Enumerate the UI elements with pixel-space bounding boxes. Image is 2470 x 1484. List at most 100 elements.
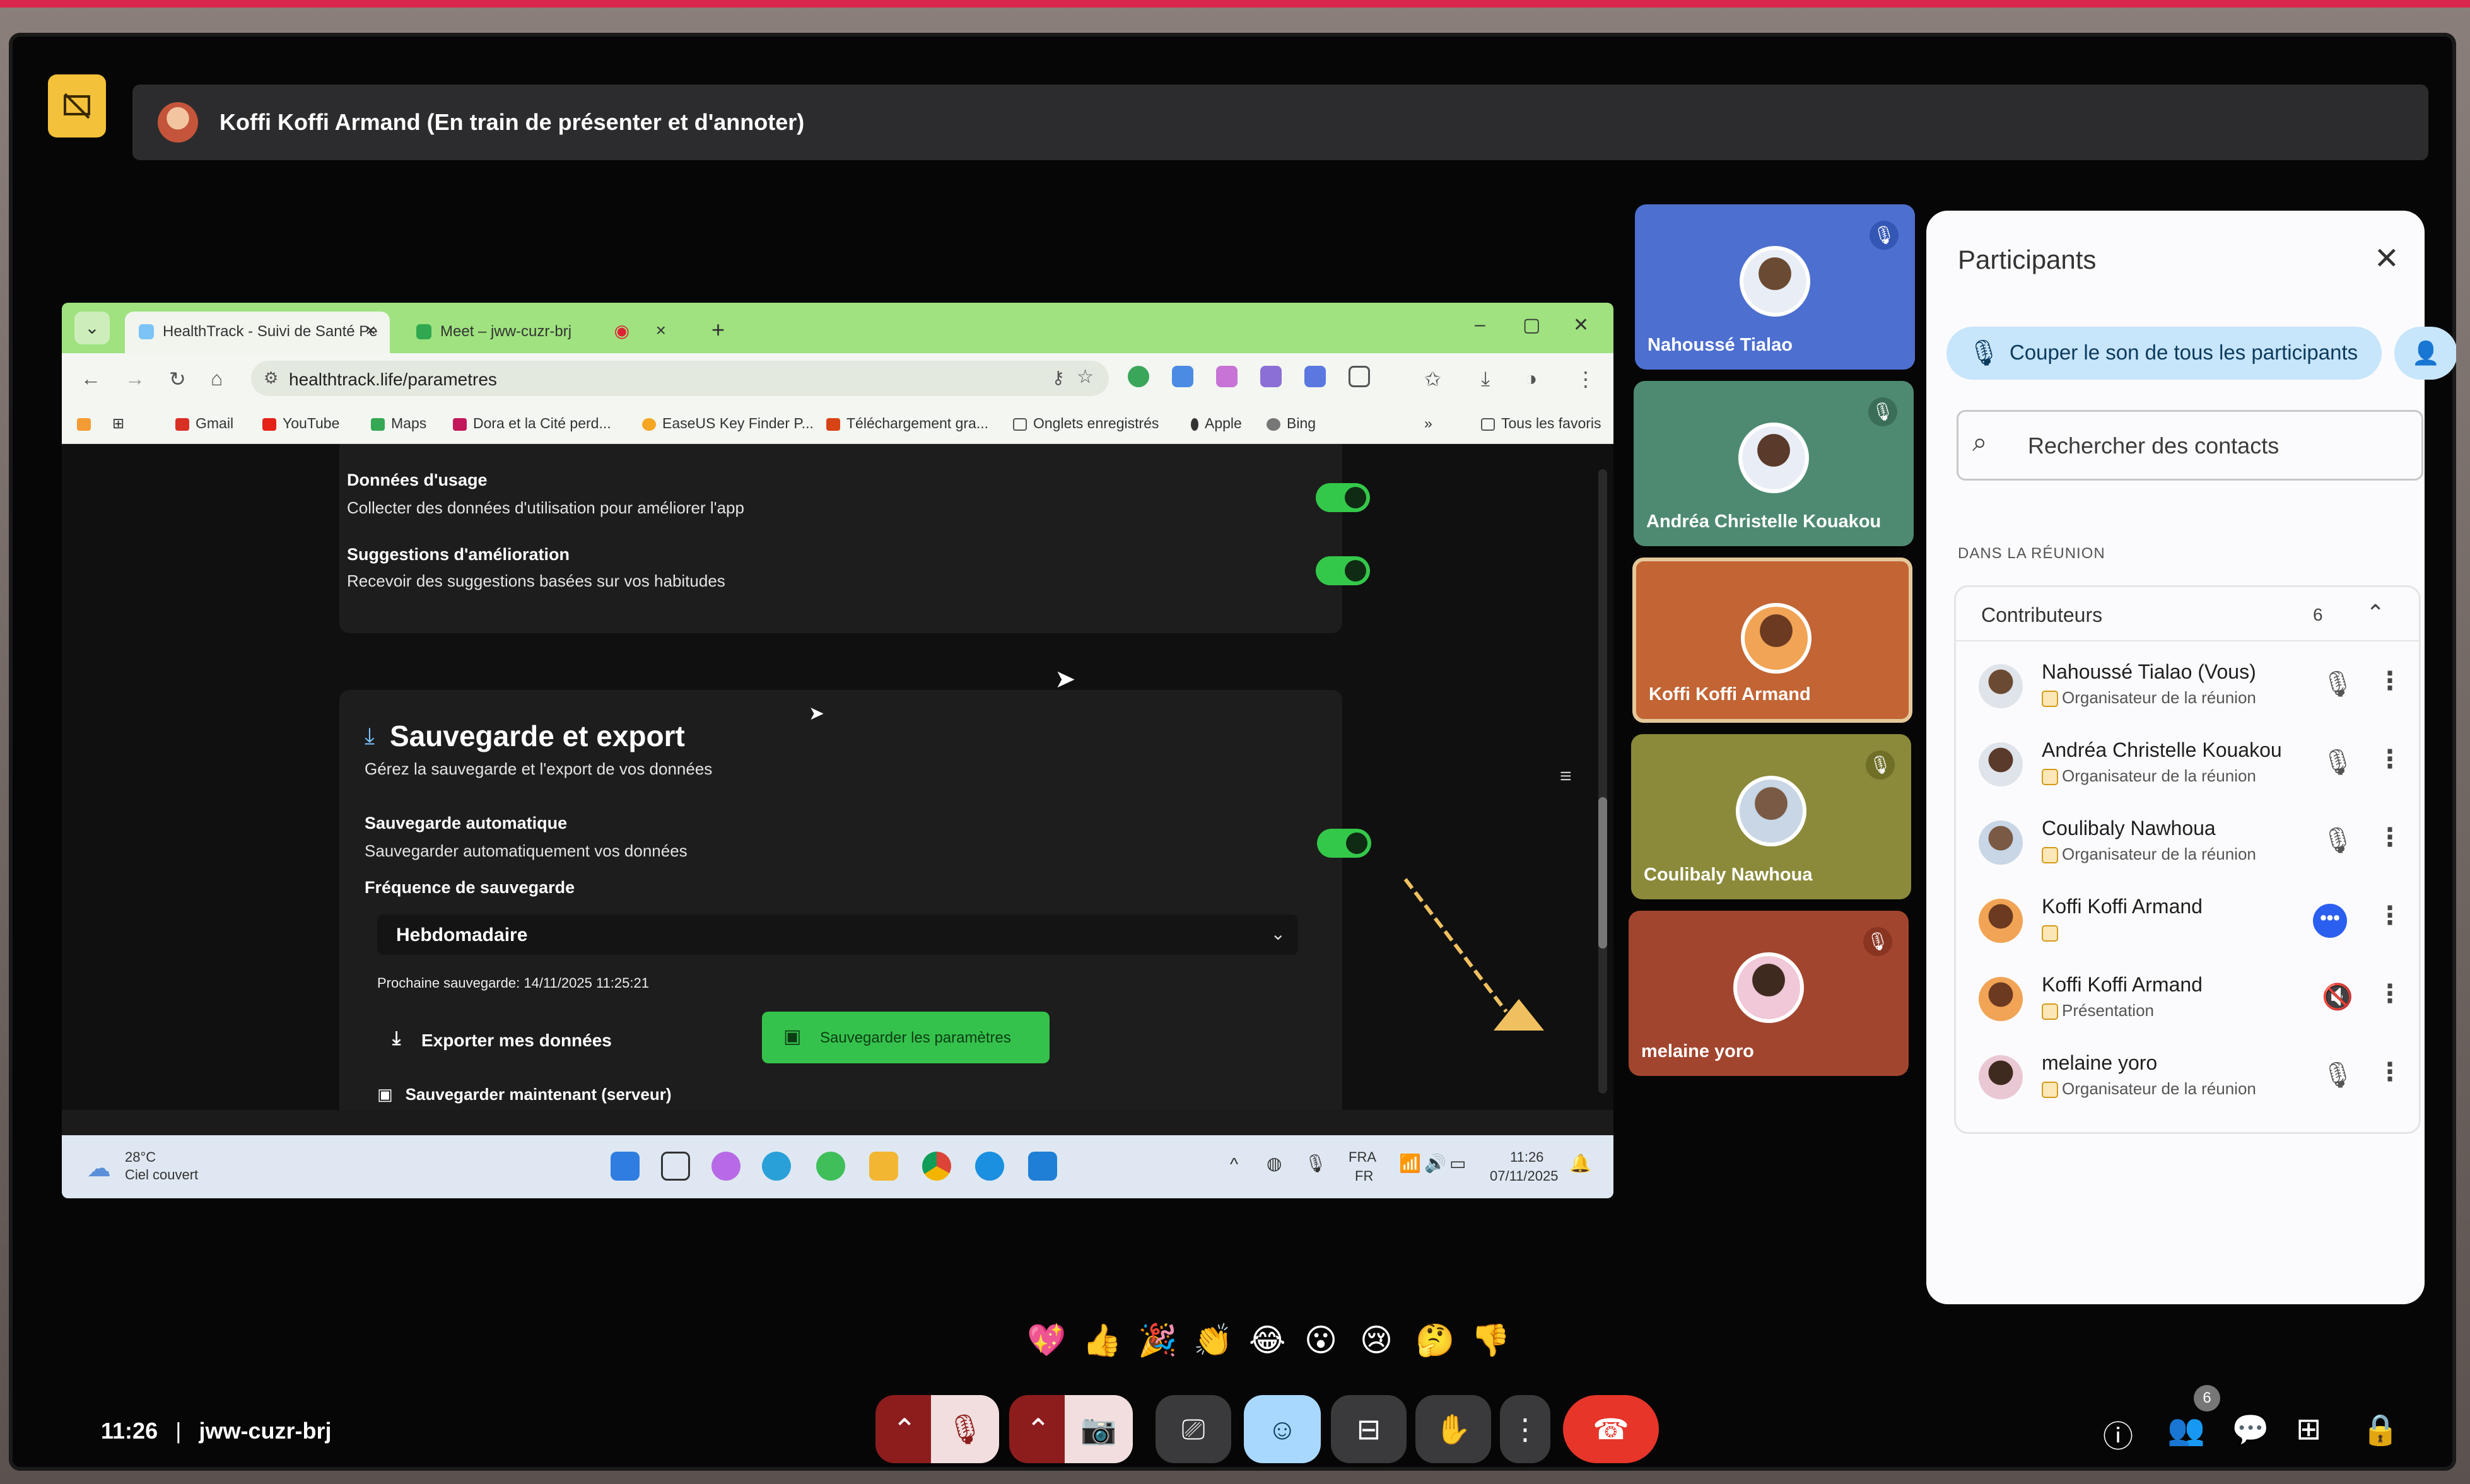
address-bar[interactable]: ⚙ healthtrack.life/parametres ⚷ ☆	[251, 361, 1109, 396]
reaction-thumbs-up[interactable]: 👍	[1082, 1322, 1121, 1359]
bookmark-easeus[interactable]: EaseUS Key Finder P...	[642, 415, 814, 432]
participant-row[interactable]: Andréa Christelle Kouakou Organisateur d…	[1956, 726, 2419, 804]
more-options-icon[interactable]: ⋮	[2377, 823, 2403, 852]
bookmark-saved-tabs[interactable]: Onglets enregistrés	[1013, 415, 1159, 432]
end-call-button[interactable]: ☎	[1563, 1395, 1659, 1463]
scrollbar-thumb[interactable]	[1598, 797, 1607, 949]
wifi-icon[interactable]: 📶	[1399, 1153, 1421, 1174]
bookmark-youtube[interactable]: YouTube	[262, 415, 339, 432]
volume-icon[interactable]: 🔊	[1424, 1153, 1446, 1174]
suggest-toggle[interactable]	[1316, 556, 1370, 585]
site-info-icon[interactable]: ⚙	[264, 368, 278, 388]
reaction-thinking[interactable]: 🤔	[1415, 1322, 1454, 1359]
auto-toggle[interactable]	[1317, 829, 1371, 858]
search-input[interactable]	[2028, 428, 2381, 464]
extension-icon[interactable]	[1128, 366, 1149, 387]
favorites-icon[interactable]: ✩	[1424, 367, 1441, 391]
window-close-icon[interactable]: ✕	[1573, 314, 1589, 336]
tray-chevron-icon[interactable]: ^	[1230, 1154, 1238, 1174]
new-tab-icon[interactable]: +	[711, 317, 725, 343]
save-now-button[interactable]: ▣ Sauvegarder maintenant (serveur)	[377, 1085, 672, 1104]
chrome-icon[interactable]	[922, 1152, 951, 1181]
menu-icon[interactable]: ⋮	[1576, 367, 1596, 391]
add-people-button[interactable]: 👤	[2394, 327, 2456, 380]
bookmark-maps[interactable]: Maps	[371, 415, 426, 432]
audio-off-icon[interactable]: 🔇	[2322, 982, 2353, 1012]
mic-off-icon[interactable]: 🎙	[2322, 826, 2354, 855]
tray-app-icon[interactable]: ◍	[1267, 1153, 1282, 1174]
host-controls-lock-icon[interactable]: 🔒	[2362, 1411, 2399, 1447]
grid-icon[interactable]: ⊞	[112, 415, 124, 432]
scrollbar[interactable]	[1598, 469, 1607, 1094]
mute-all-button[interactable]: 🎙 Couper le son de tous les participants	[1946, 327, 2382, 380]
back-icon[interactable]: ←	[81, 367, 101, 390]
audio-options-chevron-icon[interactable]: ⌃	[875, 1395, 934, 1463]
reaction-surprised[interactable]: 😮	[1304, 1322, 1337, 1358]
bookmark-all-favorites[interactable]: Tous les favoris	[1481, 415, 1601, 432]
extensions-puzzle-icon[interactable]	[1349, 366, 1370, 387]
more-options-button[interactable]: ⋮	[1500, 1395, 1550, 1463]
mic-off-button[interactable]: 🎙	[931, 1395, 999, 1463]
tab-search-icon[interactable]: ⌄	[74, 312, 110, 344]
download-icon[interactable]: ⤓	[1481, 367, 1490, 391]
bookmark-star-icon[interactable]: ☆	[1077, 366, 1094, 388]
tab-meet[interactable]: Meet – jww-cuzr-brj ◉ ×	[402, 312, 680, 353]
tab-healthtrack[interactable]: HealthTrack - Suivi de Santé Pe ×	[125, 312, 390, 353]
apps-icon[interactable]	[77, 415, 97, 432]
tile-nahousse[interactable]: 🎙 Nahoussé Tialao	[1635, 204, 1915, 370]
bookmark-download[interactable]: Téléchargement gra...	[826, 415, 988, 432]
video-options-chevron-icon[interactable]: ⌃	[1009, 1395, 1067, 1463]
activities-grid-icon[interactable]: ⊞	[2296, 1411, 2321, 1447]
bookmark-apple[interactable]: Apple	[1191, 415, 1242, 432]
reaction-sad[interactable]: 😢	[1360, 1322, 1393, 1358]
export-button[interactable]: ⤓ Exporter mes données	[377, 1018, 642, 1062]
presentation-icon[interactable]	[48, 74, 106, 137]
raise-hand-button[interactable]: ✋	[1415, 1395, 1491, 1463]
reaction-laugh[interactable]: 😂	[1249, 1322, 1285, 1358]
tile-koffi[interactable]: Koffi Koffi Armand	[1632, 558, 1912, 723]
menu-lines-icon[interactable]: ≡	[1560, 764, 1572, 788]
reactions-button[interactable]: ☺	[1244, 1395, 1321, 1463]
captions-button[interactable]: ⊟	[1331, 1395, 1407, 1463]
mic-off-icon[interactable]: 🎙	[2322, 747, 2354, 777]
maximize-icon[interactable]: ▢	[1523, 314, 1540, 336]
minimize-icon[interactable]: –	[1475, 314, 1485, 336]
bookmark-gmail[interactable]: Gmail	[175, 415, 233, 432]
reaction-clap[interactable]: 👏	[1193, 1322, 1232, 1359]
reaction-thumbs-down[interactable]: 👎	[1471, 1322, 1510, 1359]
home-icon[interactable]: ⌂	[211, 367, 223, 390]
close-icon[interactable]: ×	[656, 320, 666, 341]
whatsapp-icon[interactable]	[816, 1152, 845, 1181]
notification-icon[interactable]: 🔔	[1569, 1153, 1591, 1174]
participant-row[interactable]: Coulibaly Nawhoua Organisateur de la réu…	[1956, 804, 2419, 882]
profile-icon[interactable]: ◑	[1525, 367, 1537, 390]
mic-off-icon[interactable]: 🎙	[2322, 1060, 2354, 1090]
task-view-icon[interactable]	[661, 1152, 690, 1181]
bookmark-dora[interactable]: Dora et la Cité perd...	[453, 415, 611, 432]
participant-row[interactable]: melaine yoro Organisateur de la réunion …	[1956, 1039, 2419, 1117]
reaction-heart[interactable]: 💖	[1027, 1322, 1066, 1359]
close-icon[interactable]: ✕	[2374, 241, 2399, 276]
tile-melaine[interactable]: 🎙 melaine yoro	[1629, 911, 1909, 1076]
camera-off-button[interactable]: 📷	[1065, 1395, 1133, 1463]
more-options-icon[interactable]: ⋮	[2377, 979, 2403, 1008]
more-bookmarks-icon[interactable]: »	[1424, 415, 1432, 432]
file-explorer-icon[interactable]	[869, 1152, 898, 1181]
participant-row[interactable]: Koffi Koffi Armand Présentation 🔇 ⋮	[1956, 961, 2419, 1039]
chat-icon[interactable]: 💬	[2232, 1411, 2269, 1447]
close-icon[interactable]: ×	[366, 320, 376, 341]
frequency-select[interactable]: Hebdomadaire ⌄	[377, 914, 1298, 955]
info-icon[interactable]: ⓘ	[2103, 1411, 2133, 1456]
copilot-icon[interactable]	[711, 1152, 740, 1181]
tile-andrea[interactable]: 🎙 Andréa Christelle Kouakou	[1634, 381, 1914, 546]
extension-icon[interactable]	[1172, 366, 1193, 387]
edge-icon[interactable]	[975, 1152, 1004, 1181]
more-options-icon[interactable]: ⋮	[2377, 1058, 2403, 1087]
telegram-icon[interactable]	[762, 1152, 791, 1181]
vscode-icon[interactable]	[1028, 1152, 1057, 1181]
battery-icon[interactable]: ▭	[1449, 1153, 1466, 1174]
more-options-icon[interactable]: ⋮	[2377, 901, 2403, 930]
reaction-party[interactable]: 🎉	[1138, 1322, 1177, 1359]
save-settings-button[interactable]: ▣ Sauvegarder les paramètres	[762, 1012, 1050, 1063]
extension-icon[interactable]	[1216, 366, 1238, 387]
